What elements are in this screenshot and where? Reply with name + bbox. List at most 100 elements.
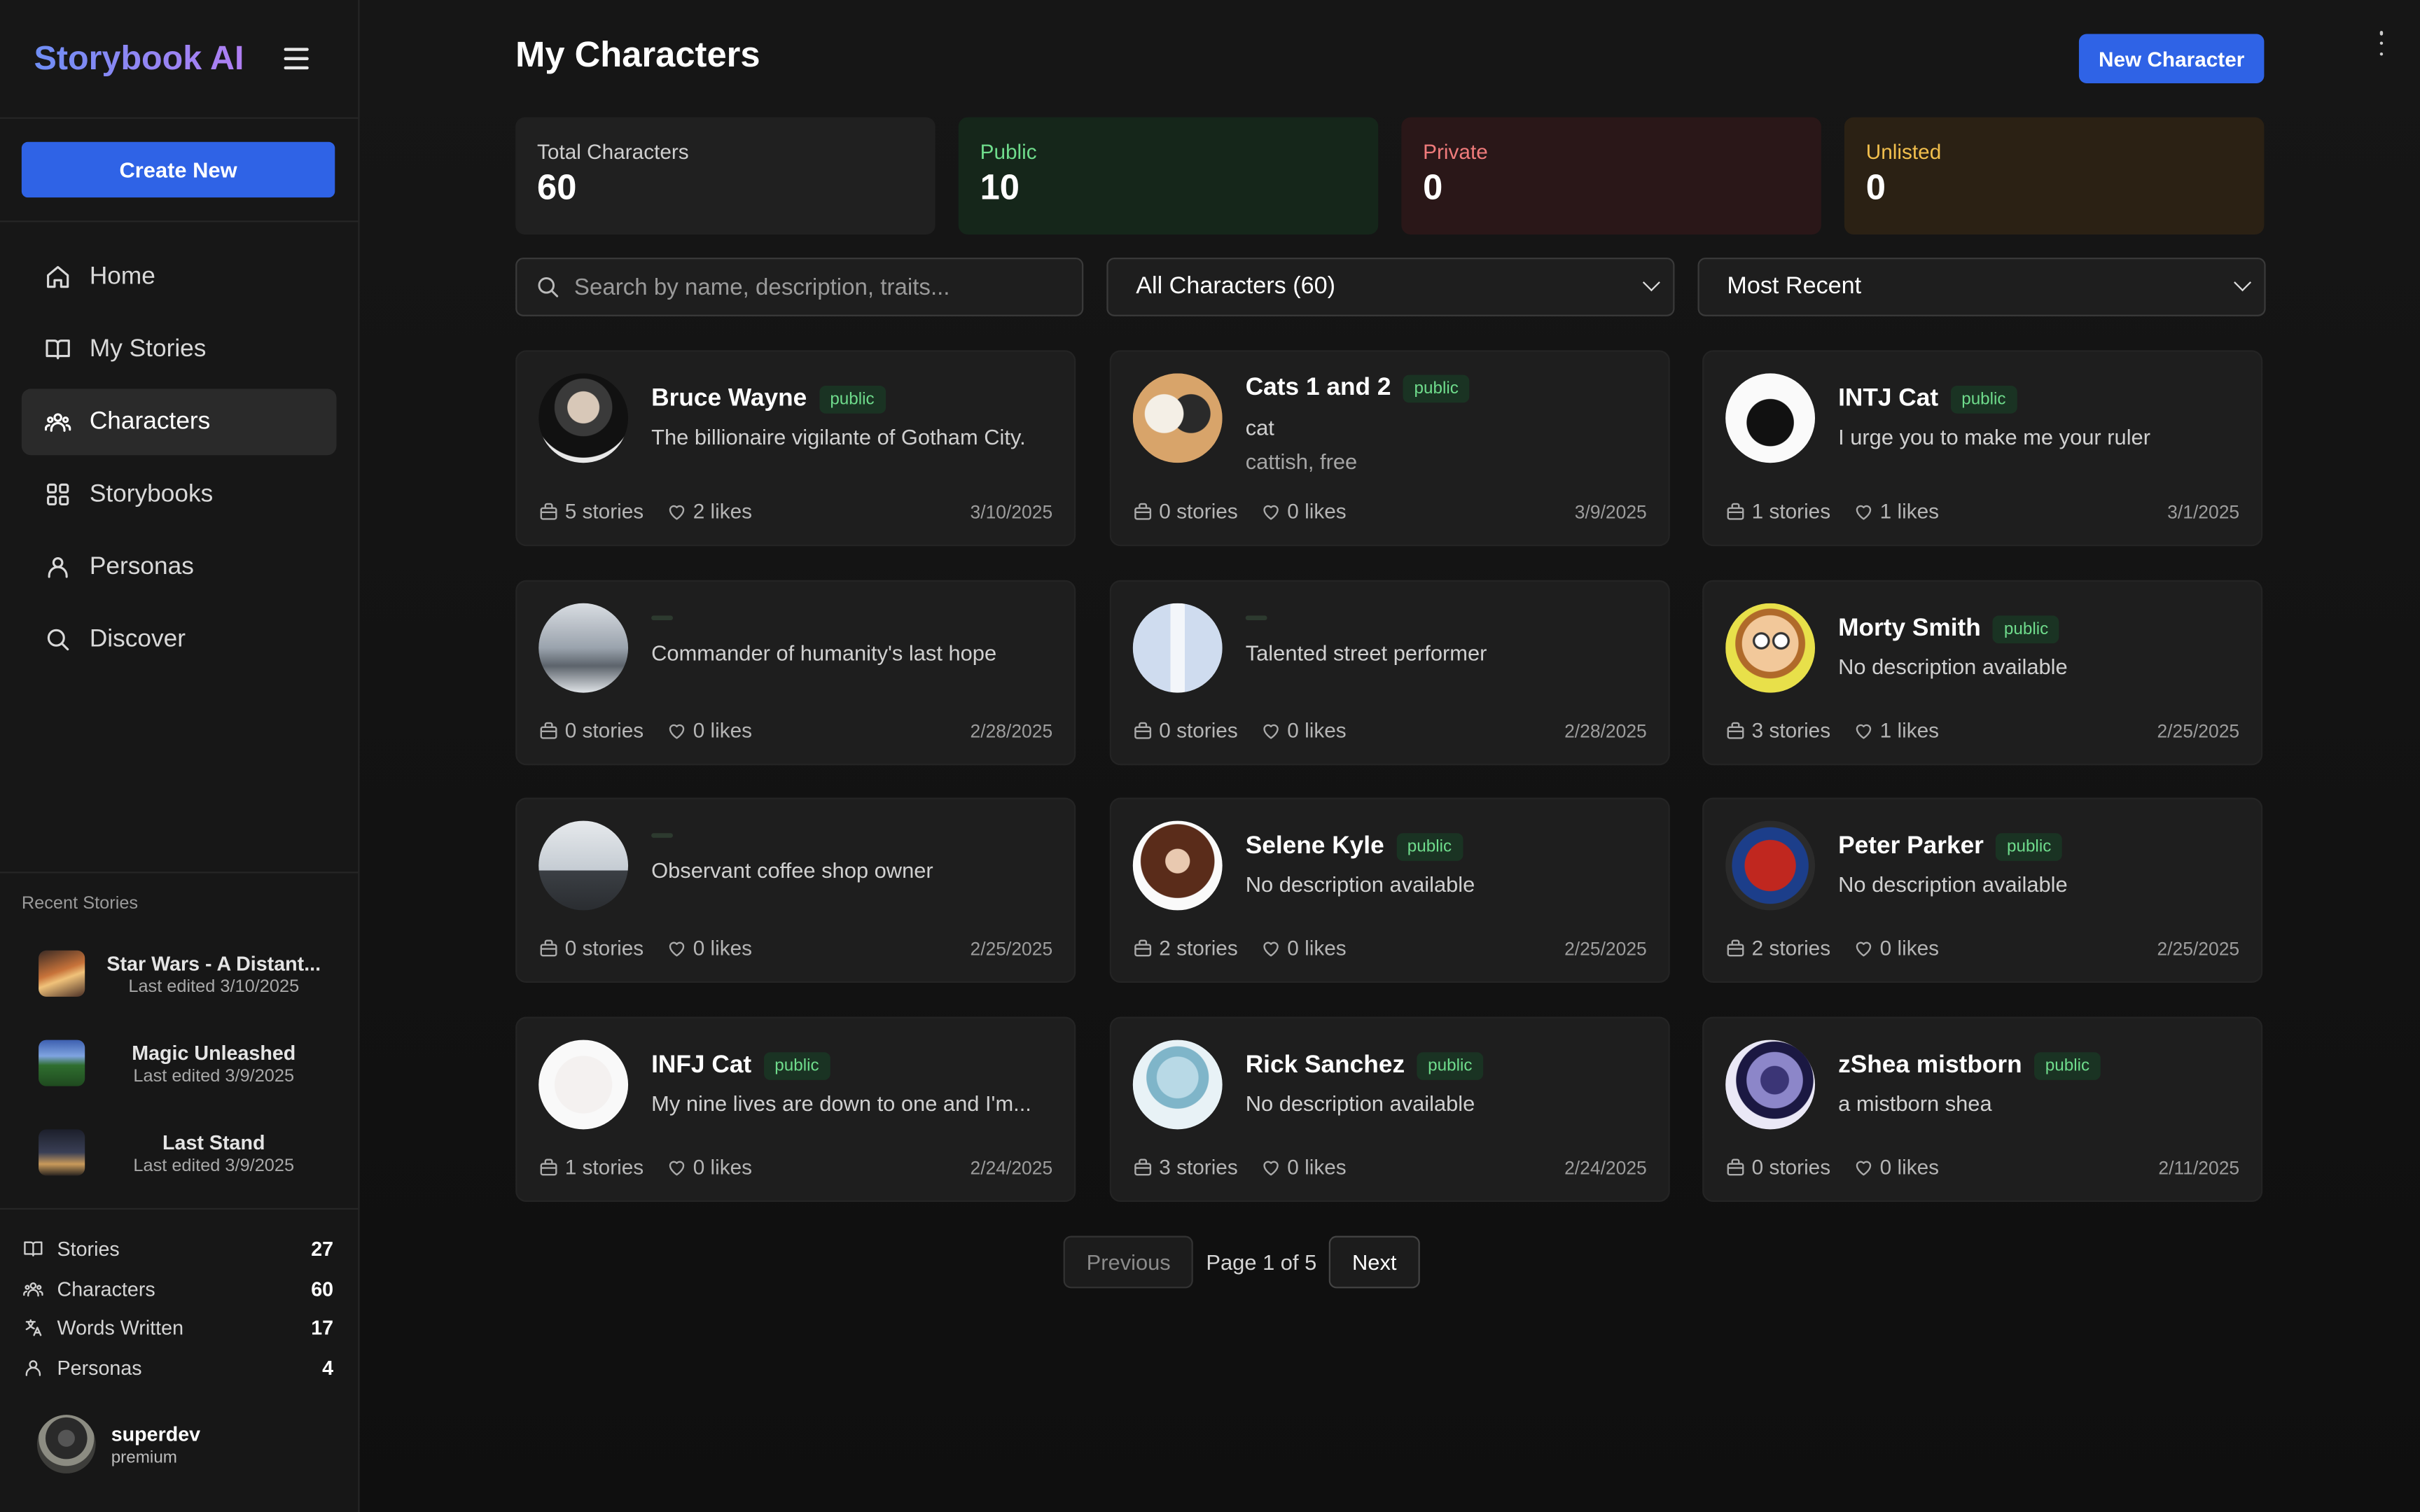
character-card[interactable]: Observant coffee shop owner 0 stories 0 li… [515,797,1076,983]
book-icon [24,1242,43,1257]
summary-cards: Total Characters 60 Public 10 Private 0 … [515,117,2265,235]
character-meta: 3 stories 0 likes 2/24/2025 [1133,1156,1647,1179]
brand-row: Storybook AI [0,0,359,119]
stories-icon [540,722,557,739]
next-page-button[interactable]: Next [1328,1236,1420,1289]
summary-public: Public 10 [958,117,1379,235]
character-card[interactable]: Morty Smith public No description availabl… [1702,580,2263,766]
character-card[interactable]: Peter Parker public No description availab… [1702,797,2263,983]
character-name: Peter Parker [1838,833,1984,860]
character-avatar [1725,603,1816,693]
sidebar-item-storybooks[interactable]: Storybooks [22,461,337,528]
sort-select[interactable]: Most Recent [1697,258,2266,316]
stat-stories: Stories 27 [23,1230,333,1269]
avatar [36,1415,96,1474]
character-card[interactable]: Cats 1 and 2 public cat cattish, free 0 stor… [1109,350,1670,547]
character-description: Commander of humanity's last hope [651,640,997,665]
character-meta: 2 stories 0 likes 2/25/2025 [1725,937,2239,960]
heart-icon [1263,1161,1279,1176]
hamburger-menu-icon[interactable] [284,48,310,70]
character-date: 3/1/2025 [2167,500,2240,523]
recent-stories-title: Recent Stories [21,895,139,913]
character-header: zShea mistborn public [1838,1052,2101,1080]
stories-icon [1727,503,1744,520]
character-date: 2/11/2025 [2158,1156,2240,1178]
character-header [651,615,673,621]
create-new-button[interactable]: Create New [21,141,335,198]
previous-page-button[interactable]: Previous [1063,1236,1194,1289]
stories-icon [540,503,557,520]
stories-count-text: 0 stories [1159,500,1238,524]
character-card[interactable]: INTJ Cat public I urge you to make me your… [1702,350,2263,547]
stories-count-text: 2 stories [1159,936,1238,960]
likes-count-text: 0 likes [693,1155,753,1179]
stories-icon [540,939,557,957]
likes-count: 0 likes [1854,1156,1939,1179]
stories-count-text: 0 stories [1159,719,1238,743]
character-date: 2/25/2025 [1564,937,1647,959]
character-card[interactable]: Rick Sanchez public No description availab… [1109,1016,1670,1202]
heart-icon [1263,941,1279,957]
chevron-down-icon [1642,274,1660,292]
character-date: 3/10/2025 [970,500,1053,523]
character-avatar [1132,1040,1223,1130]
stories-count: 1 stories [538,1156,644,1179]
sidebar-item-personas[interactable]: Personas [22,534,337,601]
stories-count: 1 stories [1725,500,1830,523]
stat-words-written: Words Written 17 [23,1308,333,1348]
stories-count: 3 stories [1725,719,1830,742]
character-card[interactable]: Commander of humanity's last hope 0 stori… [515,580,1076,766]
character-description: cat [1245,414,1274,440]
more-options-icon[interactable] [2375,31,2388,56]
sidebar-item-home[interactable]: Home [22,244,337,310]
search-icon [538,277,559,298]
likes-count: 1 likes [1854,500,1939,523]
visibility-filter-select[interactable]: All Characters (60) [1106,258,1675,316]
stories-count-text: 5 stories [564,500,644,524]
character-card[interactable]: Talented street performer 0 stories 0 like… [1109,580,1670,766]
character-name: INFJ Cat [651,1052,752,1079]
likes-count-text: 2 likes [693,500,753,524]
pagination: Previous Page 1 of 5 Next [1063,1236,1420,1289]
new-character-button[interactable]: New Character [2078,34,2265,84]
stories-count-text: 1 stories [564,1155,644,1179]
summary-label: Unlisted [1865,140,1942,164]
user-profile[interactable]: superdev premium [36,1415,200,1474]
likes-count-text: 0 likes [1287,1155,1347,1179]
character-meta: 0 stories 0 likes 2/25/2025 [538,937,1052,960]
sidebar-item-discover[interactable]: Discover [22,606,337,673]
page-info: Page 1 of 5 [1206,1250,1317,1275]
visibility-badge: public [1403,374,1470,403]
character-description: No description available [1245,872,1475,897]
recent-story-item[interactable]: Last Stand Last edited 3/9/2025 [0,1108,358,1198]
sidebar-item-characters[interactable]: Characters [21,388,337,456]
sidebar-item-my-stories[interactable]: My Stories [22,316,337,383]
sidebar-item-label: Discover [89,625,186,652]
search-box [515,258,1084,316]
heart-icon [669,724,685,739]
character-name: Bruce Wayne [651,386,807,412]
character-card[interactable]: Selene Kyle public No description availabl… [1109,797,1670,983]
likes-count-text: 0 likes [1879,936,1940,960]
recent-story-item[interactable]: Star Wars - A Distant... Last edited 3/1… [0,929,358,1018]
recent-story-date: Last edited 3/9/2025 [133,1067,295,1086]
recent-story-item[interactable]: Magic Unleashed Last edited 3/9/2025 [0,1018,358,1108]
search-input[interactable] [573,274,1069,300]
character-name: INTJ Cat [1838,386,1939,412]
character-card[interactable]: Bruce Wayne public The billionaire vigilan… [515,350,1076,547]
likes-count: 0 likes [667,719,752,742]
character-date: 2/28/2025 [970,720,1053,742]
character-card[interactable]: INFJ Cat public My nine lives are down to … [515,1016,1076,1202]
user-icon [25,1359,41,1376]
stat-label: Stories [57,1238,120,1261]
stat-label: Characters [57,1277,155,1301]
character-name: Cats 1 and 2 [1245,374,1391,402]
character-description: Observant coffee shop owner [651,858,933,883]
story-thumbnail [39,1040,85,1086]
select-value: Most Recent [1727,273,1862,300]
character-card[interactable]: zShea mistborn public a mistborn shea 0 sto… [1702,1016,2263,1202]
heart-icon [1263,724,1279,739]
character-description: No description available [1245,1091,1475,1116]
brand-logo[interactable]: Storybook AI [34,38,244,78]
likes-count-text: 1 likes [1879,500,1940,524]
